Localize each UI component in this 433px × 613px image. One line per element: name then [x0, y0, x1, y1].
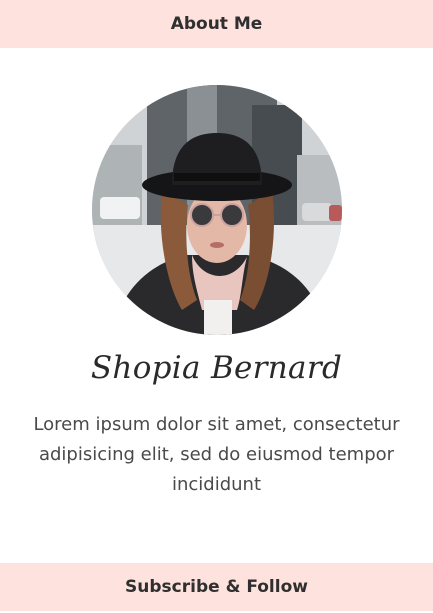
profile-bio: Lorem ipsum dolor sit amet, consectetur …	[33, 414, 400, 495]
about-me-header: About Me	[0, 0, 433, 48]
subscribe-follow-header: Subscribe & Follow	[0, 563, 433, 611]
about-me-title: About Me	[170, 14, 263, 34]
about-me-widget: About Me Shopia Bernard Lorem ipsum dolo…	[0, 0, 433, 613]
subscribe-follow-title: Subscribe & Follow	[125, 577, 308, 597]
profile-name: Shopia Bernard	[90, 350, 343, 386]
profile-photo	[92, 85, 342, 335]
